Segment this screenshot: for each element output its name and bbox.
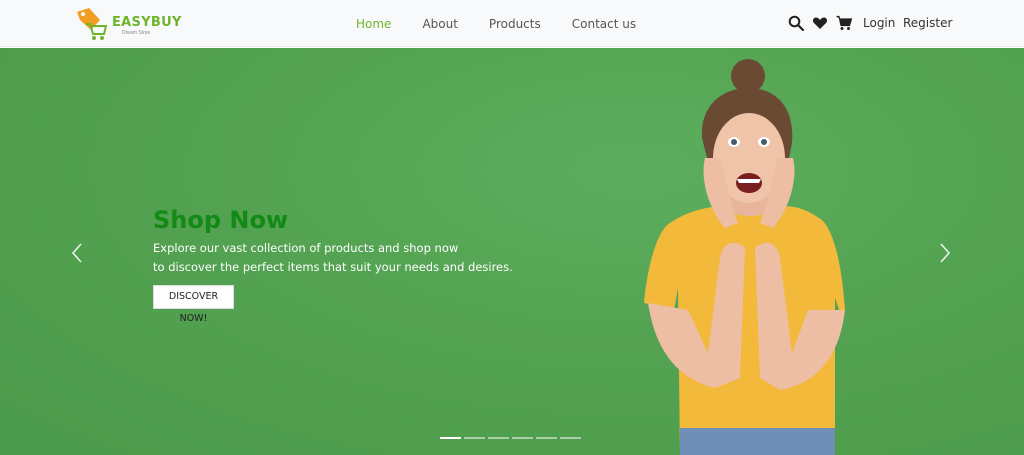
nav-link-home[interactable]: Home bbox=[356, 16, 391, 32]
heart-icon[interactable] bbox=[812, 15, 828, 31]
carousel-indicators bbox=[440, 437, 584, 439]
hero-description: Explore our vast collection of products … bbox=[153, 239, 513, 277]
carousel-indicator[interactable] bbox=[488, 437, 509, 439]
price-tag-cart-icon bbox=[77, 8, 108, 40]
carousel-indicator[interactable] bbox=[440, 437, 461, 439]
carousel-prev-arrow-icon[interactable] bbox=[70, 241, 84, 265]
navbar: EASYBUY Dream Store Home About Products … bbox=[0, 0, 1024, 47]
hero-description-line-1: Explore our vast collection of products … bbox=[153, 241, 459, 255]
discover-now-button[interactable]: DISCOVER NOW! bbox=[153, 285, 234, 324]
carousel-indicator[interactable] bbox=[560, 437, 581, 439]
nav-link-products[interactable]: Products bbox=[489, 16, 541, 32]
nav-link-about[interactable]: About bbox=[422, 16, 457, 32]
brand-name: EASYBUY bbox=[112, 15, 182, 30]
login-link[interactable]: Login bbox=[863, 16, 895, 30]
hero-title: Shop Now bbox=[153, 206, 289, 234]
search-icon[interactable] bbox=[788, 15, 804, 31]
hero-description-line-2: to discover the perfect items that suit … bbox=[153, 260, 513, 274]
brand-logo[interactable]: EASYBUY Dream Store bbox=[74, 6, 181, 42]
main-nav: Home About Products Contact us bbox=[356, 16, 667, 32]
register-link[interactable]: Register bbox=[903, 16, 952, 30]
hero-model-image bbox=[644, 59, 845, 455]
carousel-indicator[interactable] bbox=[536, 437, 557, 439]
carousel-next-arrow-icon[interactable] bbox=[938, 241, 952, 265]
hero-carousel: Shop Now Explore our vast collection of … bbox=[0, 48, 1024, 455]
carousel-indicator[interactable] bbox=[464, 437, 485, 439]
carousel-indicator[interactable] bbox=[512, 437, 533, 439]
cart-icon[interactable] bbox=[836, 15, 852, 31]
brand-tagline: Dream Store bbox=[122, 30, 151, 36]
nav-link-contact[interactable]: Contact us bbox=[572, 16, 636, 32]
